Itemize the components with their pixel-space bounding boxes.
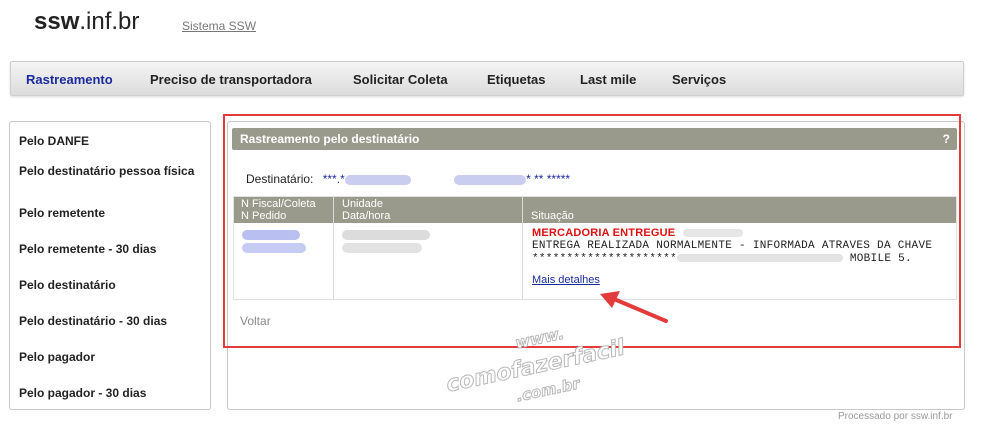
redacted-unidade: [342, 230, 430, 240]
recipient-value-suffix: * ** *****: [526, 172, 571, 186]
help-button[interactable]: ?: [943, 132, 950, 146]
status-key-suffix: MOBILE 5.: [849, 253, 912, 265]
recipient-label: Destinatário:: [246, 172, 314, 186]
tracking-results-table: N Fiscal/Coleta N Pedido Unidade Data/ho…: [233, 196, 957, 300]
processed-by-footer: Processado por ssw.inf.br: [838, 411, 953, 422]
nav-tab-servicos[interactable]: Serviços: [672, 72, 726, 87]
status-title-text: MERCADORIA ENTREGUE: [532, 227, 676, 239]
redacted-blur: [344, 174, 411, 185]
redacted-nf-link[interactable]: [242, 230, 300, 240]
column-divider: [522, 197, 523, 299]
redacted-pedido: [242, 243, 306, 253]
annotation-arrow-icon: [600, 291, 668, 323]
recipient-row: Destinatário: ***.* * ** *****: [246, 172, 570, 186]
status-key-line: ********************* MOBILE 5.: [532, 253, 912, 265]
nav-tab-rastreamento[interactable]: Rastreamento: [26, 72, 113, 87]
nav-tab-preciso-transportadora[interactable]: Preciso de transportadora: [150, 72, 312, 87]
top-navigation: Rastreamento Preciso de transportadora S…: [10, 61, 964, 96]
back-button[interactable]: Voltar: [240, 314, 271, 328]
table-header: N Fiscal/Coleta N Pedido Unidade Data/ho…: [234, 197, 956, 223]
tracking-options-sidebar: Pelo DANFE Pelo destinatário pessoa físi…: [9, 121, 211, 410]
panel-header: Rastreamento pelo destinatário ?: [232, 128, 957, 150]
redacted-blur: [454, 174, 527, 185]
status-key-prefix: *********************: [532, 253, 677, 265]
nav-tab-etiquetas[interactable]: Etiquetas: [487, 72, 546, 87]
redacted-blur: [676, 254, 843, 263]
recipient-value: ***.* * ** *****: [323, 172, 570, 186]
col-header-situacao: Situação: [531, 210, 574, 222]
sidebar-item-pagador[interactable]: Pelo pagador: [19, 350, 204, 364]
panel-title: Rastreamento pelo destinatário: [240, 132, 420, 146]
sidebar-item-remetente[interactable]: Pelo remetente: [19, 206, 204, 220]
more-details-link[interactable]: Mais detalhes: [532, 274, 600, 286]
recipient-value-prefix: ***.*: [322, 172, 345, 186]
logo-domain: .inf.br: [79, 8, 140, 35]
col-header-unidade: Unidade Data/hora: [342, 198, 390, 222]
col-header-pedido: N Pedido: [241, 210, 287, 222]
col-header-nf-coleta: N Fiscal/Coleta: [241, 198, 316, 210]
sidebar-item-pagador-30-dias[interactable]: Pelo pagador - 30 dias: [19, 386, 204, 400]
sidebar-item-destinatario-pf[interactable]: Pelo destinatário pessoa física: [19, 164, 204, 178]
redacted-blur: [682, 229, 743, 238]
nav-tab-solicitar-coleta[interactable]: Solicitar Coleta: [353, 72, 448, 87]
sidebar-item-destinatario[interactable]: Pelo destinatário: [19, 278, 204, 292]
redacted-datetime: [342, 243, 422, 253]
status-description: ENTREGA REALIZADA NORMALMENTE - INFORMAD…: [532, 240, 933, 252]
sistema-ssw-link[interactable]: Sistema SSW: [182, 19, 256, 33]
col-header-nota-fiscal: N Fiscal/Coleta N Pedido: [241, 198, 316, 222]
sidebar-item-danfe[interactable]: Pelo DANFE: [19, 134, 204, 148]
col-header-data-hora: Data/hora: [342, 210, 391, 222]
nav-tab-last-mile[interactable]: Last mile: [580, 72, 636, 87]
sidebar-item-remetente-30-dias[interactable]: Pelo remetente - 30 dias: [19, 242, 204, 256]
status-title: MERCADORIA ENTREGUE: [532, 227, 743, 239]
logo-bold: ssw: [34, 8, 80, 35]
column-divider: [333, 197, 334, 299]
site-logo[interactable]: ssw.inf.br: [34, 8, 139, 36]
col-header-unidade-label: Unidade: [342, 198, 383, 210]
sidebar-item-destinatario-30-dias[interactable]: Pelo destinatário - 30 dias: [19, 314, 204, 328]
